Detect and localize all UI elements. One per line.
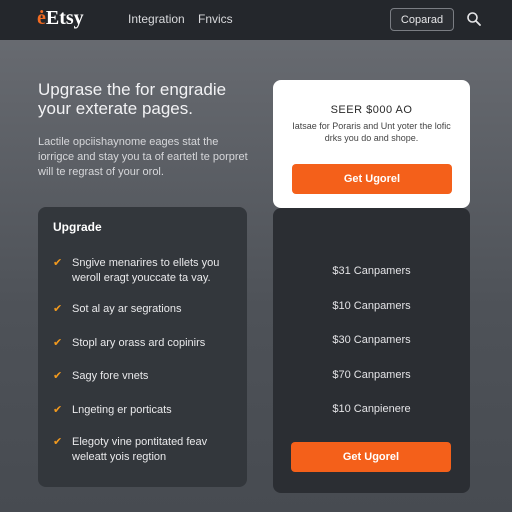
price-row: $10 Canpamers [332, 300, 411, 312]
features-card: Upgrade ✔ Sngive menarires to ellets you… [38, 207, 247, 487]
hero-description: Lactile opciishaynome eages stat the ior… [38, 136, 248, 178]
compare-button[interactable]: Coparad [390, 8, 454, 31]
feature-text: Stopl ary orass ard copinirs [72, 337, 206, 349]
feature-text: Sagy fore vnets [72, 370, 149, 382]
hero-title: Upgrase the for engradie your exterate p… [38, 80, 227, 118]
pricing-get-button[interactable]: Get Ugorel [291, 442, 451, 472]
top-nav: ė Etsy Integration Fnvics Coparad [0, 0, 512, 40]
feature-item: ✔ Sngive menarires to ellets you weroll … [53, 256, 238, 286]
feature-item: ✔ Lngeting er porticats [53, 403, 238, 418]
etsy-logo[interactable]: ė Etsy [37, 7, 84, 30]
check-icon: ✔ [53, 337, 63, 349]
check-icon: ✔ [53, 370, 63, 382]
promo-title: SEER $000 AO [330, 104, 413, 116]
nav-link-integration[interactable]: Integration [128, 12, 185, 26]
feature-text: Lngeting er porticats [72, 404, 172, 416]
pricing-card: $31 Canpamers $10 Canpamers $30 Canpamer… [273, 208, 470, 493]
feature-item: ✔ Sagy fore vnets [53, 369, 238, 384]
search-icon[interactable] [466, 11, 482, 27]
price-row: $10 Canpienere [332, 403, 411, 415]
check-icon: ✔ [53, 404, 63, 416]
price-row: $30 Canpamers [332, 334, 411, 346]
nav-link-fnvics[interactable]: Fnvics [198, 12, 233, 26]
features-card-title: Upgrade [53, 220, 102, 234]
check-icon: ✔ [53, 436, 63, 448]
logo-mark: ė [37, 7, 46, 29]
logo-text: Etsy [45, 7, 84, 29]
price-row: $31 Canpamers [332, 265, 411, 277]
promo-card: SEER $000 AO Iatsae for Poraris and Unt … [273, 80, 470, 208]
feature-text: Elegoty vine pontitated feav weleatt yoi… [72, 436, 208, 463]
feature-item: ✔ Stopl ary orass ard copinirs [53, 336, 238, 351]
check-icon: ✔ [53, 257, 63, 269]
promo-description: Iatsae for Poraris and Unt yoter the lof… [292, 121, 451, 143]
feature-item: ✔ Sot al ay ar segrations [53, 302, 238, 317]
promo-get-button[interactable]: Get Ugorel [292, 164, 452, 194]
check-icon: ✔ [53, 303, 63, 315]
feature-text: Sngive menarires to ellets you weroll er… [72, 257, 220, 284]
price-row: $70 Canpamers [332, 369, 411, 381]
feature-text: Sot al ay ar segrations [72, 303, 182, 315]
feature-item: ✔ Elegoty vine pontitated feav weleatt y… [53, 435, 238, 465]
